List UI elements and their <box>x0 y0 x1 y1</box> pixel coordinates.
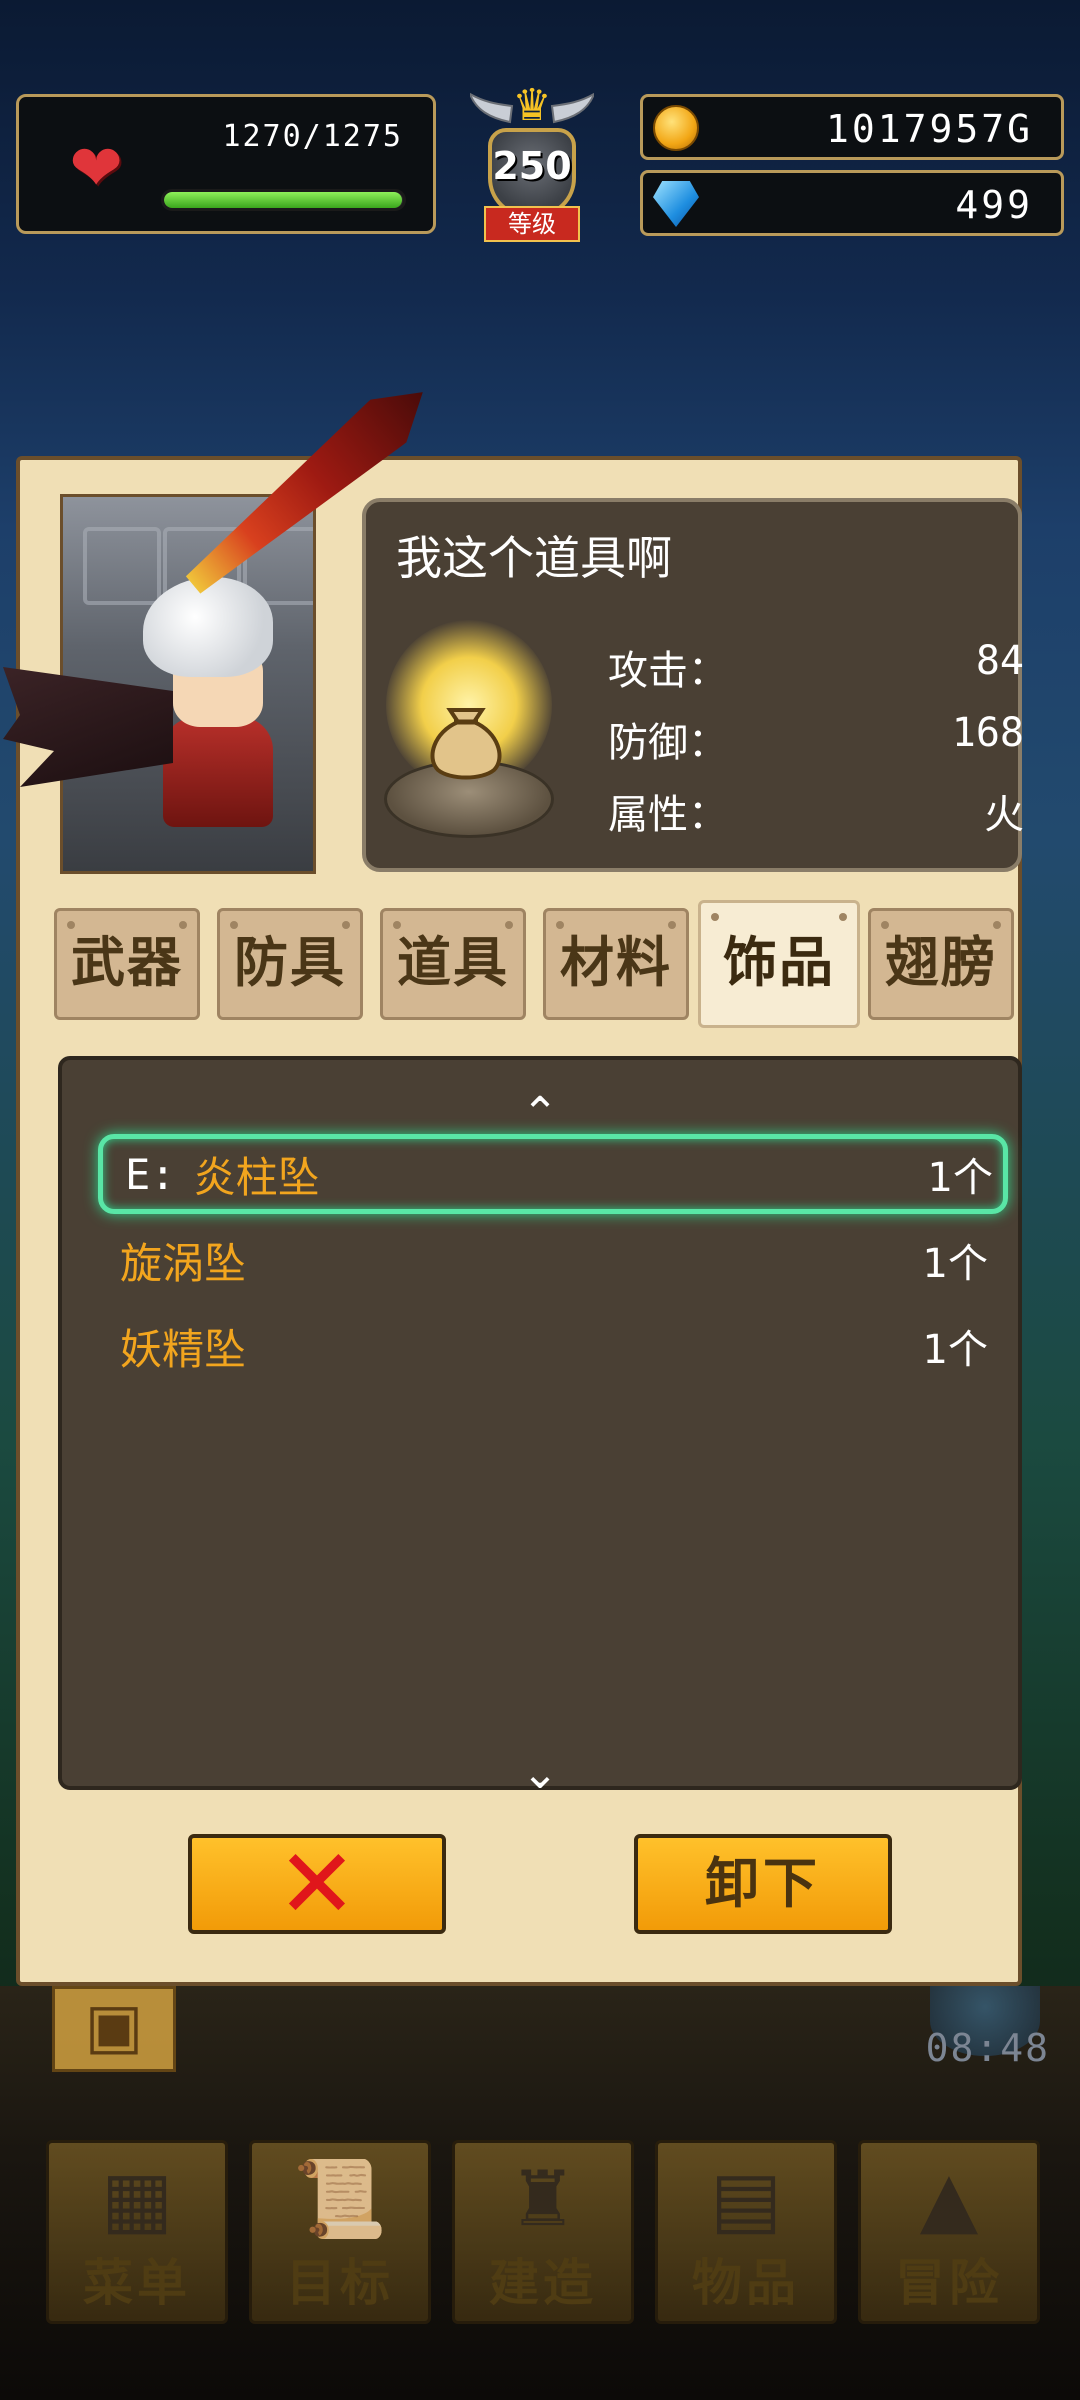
stat-element-value: 火 <box>984 792 1024 838</box>
wall-decor <box>83 527 161 605</box>
item-title: 我这个道具啊 <box>396 531 672 585</box>
gold-coin-icon <box>653 105 699 151</box>
stat-attack-value: 84 <box>975 638 1024 684</box>
pouch-icon <box>430 708 502 780</box>
list-item[interactable]: 妖精坠 1个 <box>98 1310 998 1382</box>
gem-value: 499 <box>955 183 1033 227</box>
item-name: 炎柱坠 <box>193 1152 320 1202</box>
diamond-icon <box>653 181 699 227</box>
scroll-down-icon[interactable]: ⌄ <box>510 1752 570 1796</box>
close-button[interactable]: ✕ <box>188 1834 446 1934</box>
mountain-icon: ▲ <box>919 2154 979 2243</box>
hero-body <box>163 717 273 827</box>
item-name: 妖精坠 <box>120 1324 247 1374</box>
nav-goals-label: 目标 <box>286 2254 394 2312</box>
hp-panel: ❤ 1270/1275 <box>16 94 436 234</box>
scroll-up-icon[interactable]: ⌃ <box>510 1092 570 1136</box>
nav-goals[interactable]: 📜 目标 <box>249 2140 431 2324</box>
nav-menu-label: 菜单 <box>83 2254 191 2312</box>
hp-bar <box>161 189 406 211</box>
nav-build-label: 建造 <box>489 2254 597 2312</box>
quest-scroll-icon: 📜 <box>292 2154 388 2243</box>
item-count: 1个 <box>922 1327 988 1373</box>
nav-build[interactable]: ♜ 建造 <box>452 2140 634 2324</box>
item-name: 旋涡坠 <box>120 1238 247 1288</box>
nav-adventure-label: 冒险 <box>895 2254 1003 2312</box>
gold-panel[interactable]: 1017957G <box>640 94 1064 160</box>
heart-icon: ❤ <box>69 132 123 206</box>
list-item[interactable]: E: 炎柱坠 1个 <box>98 1134 1008 1214</box>
close-icon: ✕ <box>276 1828 358 1940</box>
tab-accessories[interactable]: 饰品 <box>698 900 860 1028</box>
gold-value: 1017957G <box>825 107 1033 151</box>
item-count: 1个 <box>927 1155 993 1201</box>
chest-icon: ▤ <box>710 2154 782 2243</box>
list-item[interactable]: 旋涡坠 1个 <box>98 1224 998 1296</box>
unequip-button[interactable]: 卸下 <box>634 1834 892 1934</box>
crown-icon: ♛ <box>512 80 552 131</box>
tab-wings[interactable]: 翅膀 <box>868 908 1014 1020</box>
level-label: 等级 <box>484 206 580 242</box>
level-badge[interactable]: ♛ 250 等级 <box>470 80 594 248</box>
equipped-marker: E: <box>125 1149 176 1199</box>
stat-element-label: 属性： <box>608 792 728 838</box>
tab-materials[interactable]: 材料 <box>543 908 689 1020</box>
nav-items-label: 物品 <box>692 2254 800 2312</box>
character-portrait <box>3 494 316 874</box>
item-count: 1个 <box>922 1241 988 1287</box>
stat-attack-label: 攻击： <box>608 648 728 694</box>
treasure-chest-icon: ▣ <box>84 1989 144 2062</box>
stat-defense-value: 168 <box>951 710 1024 756</box>
level-number: 250 <box>492 144 572 188</box>
grid-icon: ▦ <box>101 2154 173 2243</box>
nav-menu[interactable]: ▦ 菜单 <box>46 2140 228 2324</box>
timer: 08:48 <box>925 2026 1050 2070</box>
hp-bar-fill <box>164 192 403 208</box>
nav-adventure[interactable]: ▲ 冒险 <box>858 2140 1040 2324</box>
gem-panel[interactable]: 499 <box>640 170 1064 236</box>
hp-value: 1270/1275 <box>222 119 403 154</box>
tab-armor[interactable]: 防具 <box>217 908 363 1020</box>
stat-defense-label: 防御： <box>608 720 728 766</box>
castle-icon: ♜ <box>508 2154 578 2243</box>
nav-items[interactable]: ▤ 物品 <box>655 2140 837 2324</box>
tab-items[interactable]: 道具 <box>380 908 526 1020</box>
tab-weapons[interactable]: 武器 <box>54 908 200 1020</box>
